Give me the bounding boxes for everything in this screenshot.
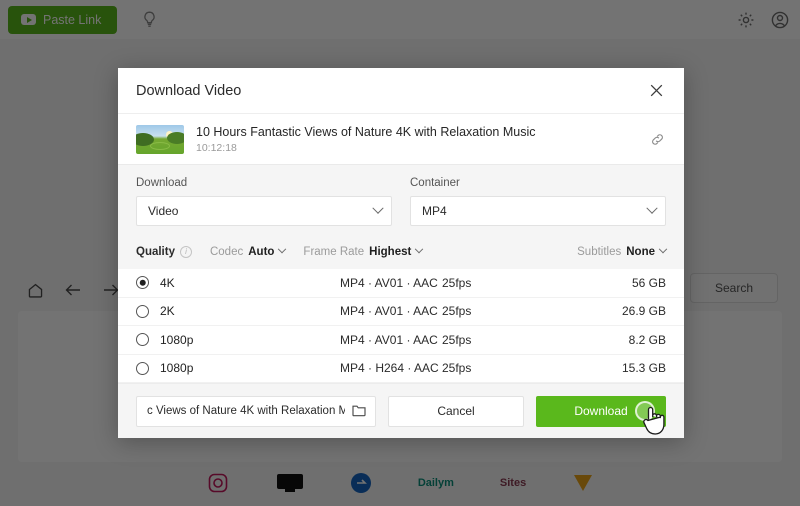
chevron-down-icon	[372, 202, 384, 214]
table-row[interactable]: 4K MP4 · AV01 · AAC 25fps 56 GB	[118, 269, 684, 298]
container-select[interactable]: MP4	[410, 196, 666, 226]
framerate-value: Highest	[369, 246, 412, 258]
quality-fps: 25fps	[442, 332, 472, 347]
video-title: 10 Hours Fantastic Views of Nature 4K wi…	[196, 124, 536, 139]
video-thumbnail	[136, 124, 184, 154]
cancel-button[interactable]: Cancel	[388, 395, 524, 427]
radio-button[interactable]	[136, 304, 149, 318]
quality-size: 26.9 GB	[621, 304, 666, 319]
video-meta: 10 Hours Fantastic Views of Nature 4K wi…	[196, 125, 536, 154]
quality-resolution: 1080p	[160, 361, 194, 376]
filename-input[interactable]: c Views of Nature 4K with Relaxation Mus…	[136, 395, 376, 427]
download-video-dialog: Download Video 10 Hours Fantastic Views …	[118, 68, 684, 438]
subtitles-label: Subtitles	[577, 246, 622, 258]
quality-resolution: 4K	[160, 275, 175, 290]
framerate-filter[interactable]: Frame Rate Highest	[303, 244, 424, 258]
quality-fps: 25fps	[442, 304, 472, 319]
subtitles-value: None	[626, 246, 655, 258]
quality-size: 8.2 GB	[628, 332, 666, 347]
download-settings: Download Video Container MP4 Quality i C…	[118, 165, 684, 269]
framerate-label: Frame Rate	[303, 246, 365, 258]
dialog-footer: c Views of Nature 4K with Relaxation Mus…	[118, 383, 684, 438]
app-window: Paste Link	[0, 0, 800, 506]
quality-codec: MP4 · AV01 · AAC	[340, 332, 438, 347]
dialog-title: Download Video	[136, 82, 242, 99]
filename-value: c Views of Nature 4K with Relaxation Mus…	[147, 405, 345, 417]
quality-size: 15.3 GB	[621, 361, 666, 376]
selects-row: Download Video Container MP4	[136, 177, 666, 226]
radio-button[interactable]	[136, 361, 149, 375]
download-type-group: Download Video	[136, 177, 392, 226]
codec-label: Codec	[209, 246, 244, 258]
quality-resolution: 1080p	[160, 332, 194, 347]
download-label: Download	[574, 404, 628, 418]
quality-codec: MP4 · AV01 · AAC	[340, 275, 438, 290]
chevron-down-icon	[415, 244, 424, 254]
table-row[interactable]: 1080p MP4 · AV01 · AAC 25fps 8.2 GB	[118, 326, 684, 355]
container-label: Container	[410, 177, 460, 189]
codec-value: Auto	[248, 246, 275, 258]
quality-codec: MP4 · AV01 · AAC	[340, 304, 438, 319]
quality-options-list[interactable]: 4K MP4 · AV01 · AAC 25fps 56 GB 2K MP4 ·…	[118, 269, 684, 383]
chevron-down-icon	[658, 244, 668, 254]
dialog-header: Download Video	[118, 68, 684, 113]
video-duration: 10:12:18	[196, 141, 237, 154]
filters-row: Quality i Codec Auto Frame Rate Highest …	[136, 235, 668, 269]
click-ripple-indicator	[635, 401, 655, 421]
container-group: Container MP4	[410, 177, 666, 226]
quality-filter: Quality i	[136, 246, 192, 258]
quality-size: 56 GB	[631, 275, 666, 290]
download-type-label: Download	[136, 177, 188, 189]
download-type-value: Video	[148, 204, 179, 218]
quality-label: Quality	[136, 246, 175, 258]
folder-icon[interactable]	[352, 404, 366, 418]
close-icon[interactable]	[645, 80, 667, 102]
quality-codec: MP4 · H264 · AAC	[340, 361, 439, 376]
quality-fps: 25fps	[442, 275, 472, 290]
subtitles-filter[interactable]: Subtitles None	[577, 244, 668, 258]
chevron-down-icon	[646, 202, 658, 214]
quality-resolution: 2K	[160, 304, 175, 319]
codec-filter[interactable]: Codec Auto	[209, 244, 287, 258]
link-icon[interactable]	[647, 129, 667, 149]
table-row[interactable]: 1080p MP4 · H264 · AAC 25fps 15.3 GB	[118, 355, 684, 383]
download-button[interactable]: Download	[536, 395, 666, 427]
cancel-label: Cancel	[437, 404, 475, 418]
chevron-down-icon	[278, 244, 287, 254]
video-info-strip: 10 Hours Fantastic Views of Nature 4K wi…	[118, 113, 684, 165]
download-type-select[interactable]: Video	[136, 196, 392, 226]
quality-fps: 25fps	[442, 361, 472, 376]
table-row[interactable]: 2K MP4 · AV01 · AAC 25fps 26.9 GB	[118, 298, 684, 326]
radio-button[interactable]	[136, 333, 149, 347]
info-icon[interactable]: i	[179, 246, 192, 258]
radio-button[interactable]	[136, 276, 149, 290]
container-value: MP4	[422, 204, 447, 218]
